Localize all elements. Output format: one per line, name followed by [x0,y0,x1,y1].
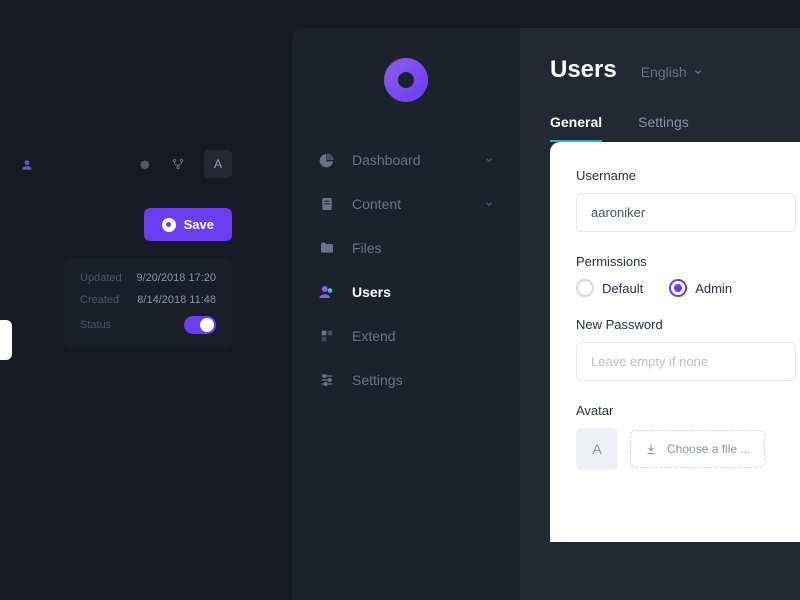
chevron-down-icon [693,67,703,77]
sidebar-item-extend[interactable]: Extend [292,314,520,358]
sidebar-item-settings[interactable]: Settings [292,358,520,402]
extend-icon [318,327,336,345]
download-icon [645,443,657,455]
password-label: New Password [576,317,800,332]
sidebar-item-users[interactable]: Users [292,270,520,314]
meta-label: Status [80,319,111,331]
permissions-row: Default Admin [576,279,800,297]
sidebar-item-label: Users [352,284,391,300]
tab-general[interactable]: General [550,114,602,142]
folder-icon [318,239,336,257]
avatar-row: A Choose a file ... [576,428,800,470]
username-input[interactable] [576,193,796,232]
file-button-label: Choose a file ... [667,442,750,456]
meta-value: 9/20/2018 17:20 [136,272,216,284]
tab-settings[interactable]: Settings [638,114,689,142]
meta-label: Created [80,294,119,306]
meta-status: Status [80,316,216,334]
form-panel: Username Permissions Default Admin New P… [550,142,800,542]
chevron-down-icon [484,196,494,212]
sliders-icon [318,371,336,389]
save-button[interactable]: Save [144,208,232,241]
gear-icon[interactable] [136,156,152,172]
radio-icon [576,279,594,297]
sidebar-item-dashboard[interactable]: Dashboard [292,138,520,182]
choose-file-button[interactable]: Choose a file ... [630,430,765,468]
language-label: English [641,64,687,80]
radio-default[interactable]: Default [576,279,643,297]
app-logo[interactable] [384,58,428,102]
peek-card-edge [0,320,12,360]
users-icon [318,283,336,301]
user-pin-icon [20,158,34,177]
sidebar-item-label: Content [352,196,401,212]
language-select[interactable]: English [641,64,703,80]
pie-icon [318,151,336,169]
meta-card: Updated 9/20/2018 17:20 Created 8/14/201… [64,258,232,348]
permissions-label: Permissions [576,254,800,269]
password-input[interactable] [576,342,796,381]
radio-label: Default [602,281,643,296]
peek-panel: A Save Updated 9/20/2018 17:20 Created 8… [0,150,250,178]
sidebar-item-label: Extend [352,328,396,344]
peek-toolbar: A [0,150,250,178]
sidebar-item-label: Settings [352,372,403,388]
meta-value: 8/14/2018 11:48 [137,294,216,306]
avatar-label: Avatar [576,403,800,418]
sidebar: Dashboard Content Files Users Extend Set… [292,28,520,600]
sidebar-item-label: Files [352,240,382,256]
username-label: Username [576,168,800,183]
radio-admin[interactable]: Admin [669,279,732,297]
tabs: General Settings [550,114,800,142]
radio-label: Admin [695,281,732,296]
branch-icon[interactable] [170,156,186,172]
meta-created: Created 8/14/2018 11:48 [80,294,216,306]
record-icon [162,218,176,232]
page-title: Users [550,56,617,84]
content-header: Users English [550,56,800,84]
content-area: Users English General Settings Username … [520,28,800,600]
radio-icon [669,279,687,297]
save-label: Save [184,217,214,232]
sidebar-item-content[interactable]: Content [292,182,520,226]
avatar-badge[interactable]: A [204,150,232,178]
avatar-preview: A [576,428,618,470]
status-toggle[interactable] [184,316,216,334]
sidebar-item-label: Dashboard [352,152,421,168]
sidebar-item-files[interactable]: Files [292,226,520,270]
meta-updated: Updated 9/20/2018 17:20 [80,272,216,284]
chevron-down-icon [484,152,494,168]
document-icon [318,195,336,213]
meta-label: Updated [80,272,122,284]
